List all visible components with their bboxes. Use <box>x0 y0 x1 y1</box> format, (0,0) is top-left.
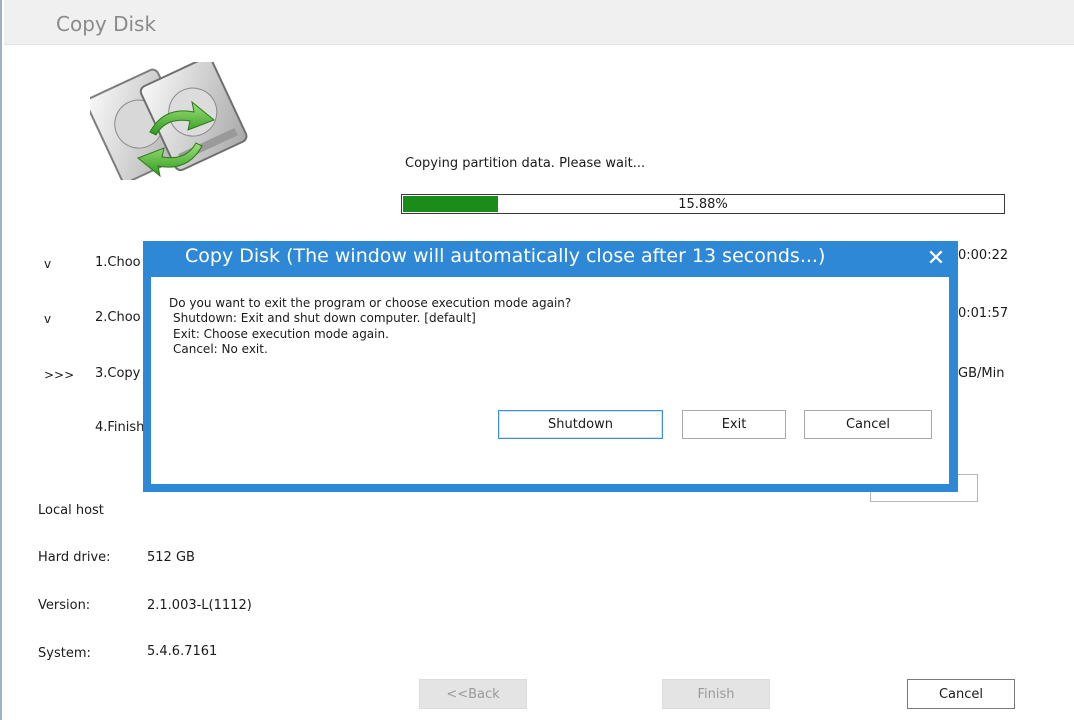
step-1-marker: v <box>44 257 52 271</box>
window-title: Copy Disk <box>56 12 157 36</box>
dialog-title: Copy Disk (The window will automatically… <box>185 245 826 267</box>
local-host-label: Local host <box>38 503 104 518</box>
progress-bar: 15.88% <box>401 194 1005 214</box>
copy-disk-icon <box>90 62 248 180</box>
dialog-exit-desc: Exit: Choose execution mode again. <box>173 327 389 341</box>
dialog-cancel-button[interactable]: Cancel <box>804 410 932 439</box>
shutdown-button[interactable]: Shutdown <box>498 410 663 439</box>
dialog-cancel-desc: Cancel: No exit. <box>173 342 268 356</box>
hard-drive-label: Hard drive: <box>38 550 111 565</box>
hard-drive-value: 512 GB <box>147 550 195 565</box>
version-label: Version: <box>38 598 91 613</box>
step-3-marker: >>> <box>44 368 75 382</box>
step-1-value: 0:00:22 <box>958 248 1009 263</box>
exit-dialog: Copy Disk (The window will automatically… <box>143 241 958 492</box>
copy-disk-window: Copy Disk Copying partition data. Please… <box>0 0 1074 720</box>
finish-button[interactable]: Finish <box>662 679 770 709</box>
system-label: System: <box>38 646 91 661</box>
step-3-value: GB/Min <box>958 366 1005 381</box>
dialog-shutdown-desc: Shutdown: Exit and shut down computer. [… <box>173 311 476 325</box>
step-1-label: 1.Choo <box>95 255 141 270</box>
cancel-button[interactable]: Cancel <box>907 679 1015 709</box>
step-2-label: 2.Choo <box>95 310 141 325</box>
system-value: 5.4.6.7161 <box>147 644 218 659</box>
exit-button[interactable]: Exit <box>682 410 786 439</box>
back-button[interactable]: <<Back <box>419 679 527 709</box>
step-3-label: 3.Copy <box>95 366 141 381</box>
step-2-marker: v <box>44 312 52 326</box>
close-icon[interactable]: ✕ <box>922 245 950 273</box>
dialog-question: Do you want to exit the program or choos… <box>169 296 572 310</box>
version-value: 2.1.003-L(1112) <box>147 598 252 613</box>
status-message: Copying partition data. Please wait... <box>405 156 646 171</box>
step-2-value: 0:01:57 <box>958 306 1009 321</box>
dialog-body: Do you want to exit the program or choos… <box>151 277 949 484</box>
step-4-label: 4.Finish <box>95 420 145 435</box>
progress-percent: 15.88% <box>678 197 728 212</box>
title-bar: Copy Disk <box>4 0 1074 45</box>
